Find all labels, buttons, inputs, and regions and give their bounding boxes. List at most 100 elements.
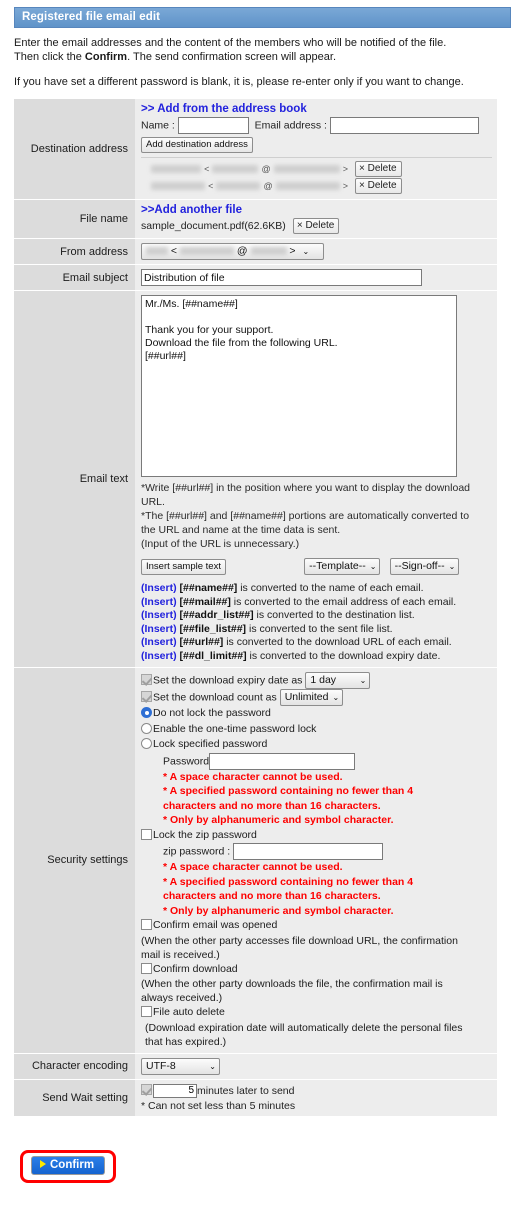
delete-destination-button[interactable]: × Delete <box>355 161 402 178</box>
send-wait-setting-label: Send Wait setting <box>14 1079 135 1116</box>
send-wait-minutes-input[interactable] <box>153 1083 197 1098</box>
insert-desc: is converted to the email address of eac… <box>230 595 457 608</box>
security-settings-label: Security settings <box>14 668 135 1053</box>
confirm-open-row: Confirm email was opened <box>141 918 492 934</box>
destination-row-open-bracket: < <box>204 164 210 175</box>
password-label: Password <box>163 754 210 767</box>
lock-zip-password-checkbox[interactable] <box>141 828 152 840</box>
insert-desc: is converted to the name of each email. <box>237 582 424 594</box>
signoff-select[interactable]: --Sign-off-- ⌄ <box>389 558 460 575</box>
confirm-download-note: (When the other party downloads the file… <box>141 978 443 1004</box>
password-rule-1: * A space character cannot be used. <box>163 770 343 783</box>
destination-row-name-redacted <box>151 165 201 174</box>
insert-desc: is converted to the destination list. <box>253 609 415 621</box>
email-text-note-3: (Input of the URL is unnecessary.) <box>141 538 300 550</box>
row-email-subject: Email subject <box>14 265 497 290</box>
destination-address-label: Destination address <box>14 99 135 199</box>
chevron-down-icon: ⌄ <box>332 693 340 702</box>
file-name-cell: >>Add another file sample_document.pdf(6… <box>135 200 497 238</box>
email-subject-label: Email subject <box>14 265 135 290</box>
file-auto-delete-checkbox[interactable] <box>141 1006 152 1017</box>
set-count-checkbox[interactable] <box>141 691 152 703</box>
send-wait-checkbox[interactable] <box>141 1084 152 1096</box>
count-select[interactable]: Unlimited ⌄ <box>279 689 344 706</box>
add-destination-wrap: Add destination address <box>141 137 492 153</box>
delete-destination-button[interactable]: × Delete <box>355 178 402 195</box>
radio-do-not-lock[interactable] <box>141 707 152 718</box>
chevron-down-icon: ⌄ <box>209 1061 216 1071</box>
destination-entry-line: Name : Email address : <box>141 117 492 134</box>
template-controls: Insert sample text --Template-- ⌄ --Sign-… <box>141 558 492 575</box>
page-title: Registered file email edit <box>14 7 511 28</box>
zip-rule-3: * Only by alphanumeric and symbol charac… <box>163 904 394 917</box>
confirm-button-area: Confirm <box>20 1149 116 1183</box>
add-from-address-book-link[interactable]: >> Add from the address book <box>141 103 307 115</box>
zip-password-label: zip password : <box>163 845 231 858</box>
from-address-select[interactable]: < @ > ⌄ <box>141 243 324 260</box>
add-destination-address-button[interactable]: Add destination address <box>141 137 253 153</box>
zip-rule-2: * A specified password containing no few… <box>163 875 414 903</box>
insert-tag: (Insert) <box>141 582 177 594</box>
file-name-label: File name <box>14 200 135 238</box>
add-another-file-link[interactable]: >>Add another file <box>141 204 242 216</box>
email-text-textarea[interactable]: Mr./Ms. [##name##] Thank you for your su… <box>141 295 457 477</box>
lock-zip-password-label: Lock the zip password <box>153 828 257 841</box>
confirm-button[interactable]: Confirm <box>31 1155 106 1175</box>
insert-key: [##dl_limit##] <box>179 649 247 662</box>
delete-label: Delete <box>367 180 397 192</box>
file-auto-delete-label: File auto delete <box>153 1006 225 1018</box>
row-send-wait-setting: Send Wait setting minutes later to send … <box>14 1079 497 1116</box>
destination-row-name-redacted <box>151 182 205 191</box>
email-subject-cell <box>135 265 497 290</box>
template-select-value: --Template-- <box>309 560 366 572</box>
delete-file-button[interactable]: × Delete <box>292 218 340 234</box>
registered-file-email-edit-page: Registered file email edit Enter the ema… <box>0 7 525 1183</box>
destination-address-cell: >> Add from the address book Name : Emai… <box>135 99 497 199</box>
insert-tag: (Insert) <box>141 636 177 648</box>
zip-password-input[interactable] <box>233 843 384 860</box>
security-settings-cell: Set the download expiry date as 1 day ⌄ S… <box>135 668 497 1053</box>
radio-one-time-lock[interactable] <box>141 722 152 734</box>
insert-tag: (Insert) <box>141 595 177 608</box>
from-address-local-redacted <box>179 247 234 256</box>
character-encoding-label: Character encoding <box>14 1053 135 1079</box>
destination-name-input[interactable] <box>177 117 249 134</box>
destination-row-close-bracket: > <box>342 181 348 192</box>
close-icon: × <box>359 163 365 175</box>
set-expiry-checkbox[interactable] <box>141 674 152 686</box>
template-select[interactable]: --Template-- ⌄ <box>304 558 381 575</box>
list-item: (Insert) [##url##] is converted to the d… <box>141 636 492 650</box>
delete-label: Delete <box>305 220 335 231</box>
from-address-name-redacted <box>146 247 168 256</box>
radio-lock-specified[interactable] <box>141 738 152 749</box>
zip-rule-1: * A space character cannot be used. <box>163 861 343 873</box>
send-wait-row: minutes later to send <box>141 1083 492 1098</box>
insert-sample-text-button[interactable]: Insert sample text <box>141 558 226 575</box>
confirm-download-checkbox[interactable] <box>141 962 152 974</box>
close-icon: × <box>359 180 365 192</box>
close-icon: × <box>296 220 303 231</box>
destination-email-input[interactable] <box>329 117 479 134</box>
intro-line-2-suffix: . The send confirmation screen will appe… <box>127 51 337 63</box>
send-wait-setting-cell: minutes later to send * Can not set less… <box>135 1079 497 1116</box>
delete-label: Delete <box>367 163 397 175</box>
email-edit-form: Destination address >> Add from the addr… <box>14 98 497 1117</box>
destination-row-at: @ <box>263 181 273 192</box>
confirm-email-opened-checkbox[interactable] <box>141 919 152 930</box>
intro-paragraph: Enter the email addresses and the conten… <box>14 36 511 64</box>
expiry-row: Set the download expiry date as 1 day ⌄ <box>141 672 492 689</box>
from-address-at: @ <box>236 245 248 257</box>
row-security-settings: Security settings Set the download expir… <box>14 668 497 1053</box>
character-encoding-select[interactable]: UTF-8 ⌄ <box>141 1057 220 1075</box>
destination-row-domain-redacted <box>273 165 340 174</box>
file-auto-delete-note: (Download expiration date will automatic… <box>145 1021 463 1048</box>
email-subject-input[interactable] <box>141 269 422 286</box>
radio-one-time-lock-label: Enable the one-time password lock <box>153 722 317 735</box>
list-item: (Insert) [##mail##] is converted to the … <box>141 596 492 610</box>
list-item: (Insert) [##addr_list##] is converted to… <box>141 609 492 623</box>
destination-row-local-redacted <box>216 182 261 191</box>
password-input[interactable] <box>209 752 356 770</box>
no-lock-row: Do not lock the password <box>141 706 492 722</box>
confirm-download-row: Confirm download <box>141 962 492 978</box>
expiry-select[interactable]: 1 day ⌄ <box>305 672 371 689</box>
